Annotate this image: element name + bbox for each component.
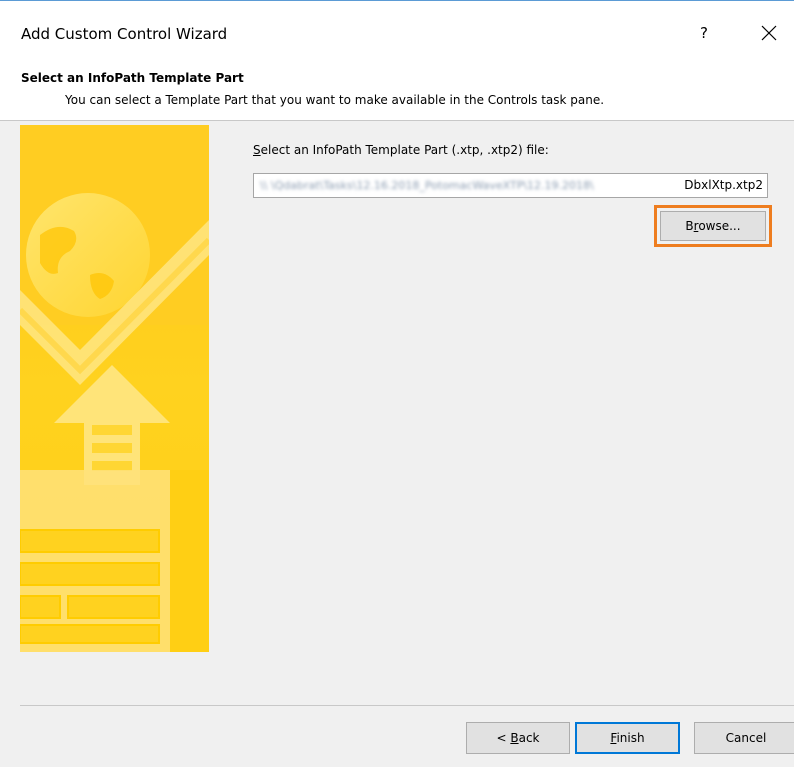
close-icon (761, 25, 777, 41)
step-title: Select an InfoPath Template Part (21, 71, 244, 85)
back-accesskey: B (510, 731, 519, 745)
back-button[interactable]: < Back (466, 722, 570, 754)
window-title: Add Custom Control Wizard (21, 25, 228, 43)
cancel-button[interactable]: Cancel (694, 722, 794, 754)
title-bar: Add Custom Control Wizard ? (0, 0, 794, 63)
finish-button[interactable]: Finish (575, 722, 680, 754)
label-accesskey: S (253, 143, 261, 157)
file-path-filename: DbxlXtp.xtp2 (683, 178, 763, 192)
browse-button[interactable]: Browse... (660, 211, 766, 241)
banner-artwork-icon (20, 125, 209, 652)
close-button[interactable] (750, 15, 788, 51)
back-label-pre: < (496, 731, 511, 745)
back-label-post: ack (518, 731, 540, 745)
footer-divider (20, 705, 794, 706)
browse-label-pre: B (685, 219, 694, 233)
step-description: You can select a Template Part that you … (65, 93, 605, 107)
file-path-input[interactable]: \\ \Qdabrat\Tasks\12.16.2018_PotomacWave… (253, 173, 768, 198)
file-path-label: Select an InfoPath Template Part (.xtp, … (253, 143, 549, 157)
file-path-obscured: \\ \Qdabrat\Tasks\12.16.2018_PotomacWave… (260, 179, 594, 192)
label-text: elect an InfoPath Template Part (.xtp, .… (260, 143, 549, 157)
wizard-dialog: Add Custom Control Wizard ? Select an In… (0, 0, 794, 767)
browse-label-post: owse... (698, 219, 741, 233)
help-button[interactable]: ? (686, 15, 722, 51)
finish-label-post: inish (616, 731, 645, 745)
header-divider (0, 120, 794, 121)
wizard-header: Select an InfoPath Template Part You can… (0, 62, 794, 120)
wizard-side-banner (20, 125, 209, 652)
